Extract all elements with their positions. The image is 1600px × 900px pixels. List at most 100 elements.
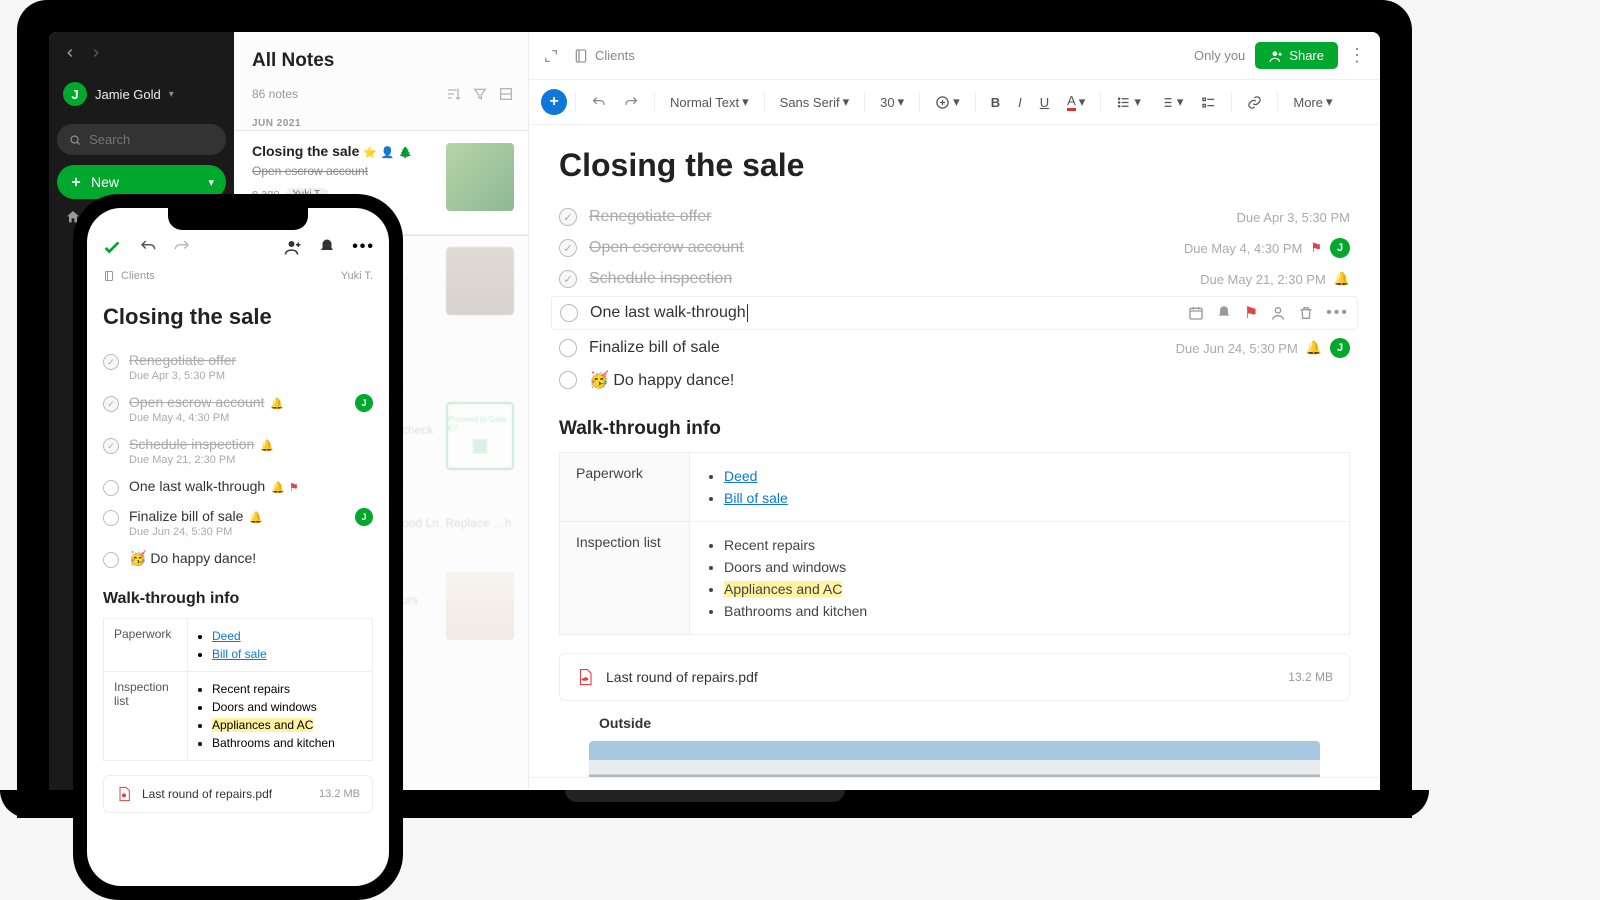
more-toolbar-button[interactable]: More ▾ bbox=[1286, 89, 1339, 115]
bullet-list-button[interactable]: ▾ bbox=[1109, 89, 1148, 115]
document-link[interactable]: Deed bbox=[724, 468, 757, 484]
plus-icon bbox=[69, 175, 83, 189]
checkbox-icon[interactable] bbox=[103, 510, 119, 526]
nav-back-icon[interactable] bbox=[63, 46, 77, 60]
assign-icon[interactable] bbox=[1270, 305, 1286, 321]
redo-button[interactable] bbox=[617, 90, 646, 115]
list-item: Bathrooms and kitchen bbox=[724, 600, 1333, 622]
checkbox-icon[interactable] bbox=[103, 438, 119, 454]
document-body[interactable]: Closing the sale Renegotiate offerDue Ap… bbox=[529, 125, 1380, 777]
task-item[interactable]: Schedule inspectionDue May 21, 2:30 PM🔔 bbox=[559, 264, 1350, 294]
checkbox-icon[interactable] bbox=[103, 480, 119, 496]
task-item[interactable]: Renegotiate offerDue Apr 3, 5:30 PM bbox=[103, 346, 373, 388]
task-item[interactable]: Finalize bill of sale Due Jun 24, 5:30 PM… bbox=[559, 332, 1350, 364]
task-due: Due May 4, 4:30 PM bbox=[1184, 241, 1303, 256]
notebook-breadcrumb[interactable]: Clients bbox=[103, 270, 155, 282]
checkbox-icon[interactable] bbox=[103, 552, 119, 568]
expand-icon[interactable] bbox=[543, 48, 559, 64]
avatar: J bbox=[355, 508, 373, 526]
task-item[interactable]: Open escrow account🔔Due May 4, 4:30 PMJ bbox=[103, 388, 373, 430]
search-input[interactable] bbox=[57, 124, 226, 155]
task-item[interactable]: 🥳 Do happy dance! bbox=[559, 364, 1350, 396]
font-size-select[interactable]: 30 ▾ bbox=[873, 89, 911, 115]
attachment-card[interactable]: Last round of repairs.pdf 13.2 MB bbox=[103, 775, 373, 813]
link-button[interactable] bbox=[1240, 90, 1269, 115]
info-table: Paperwork Deed Bill of sale Inspection l… bbox=[103, 618, 373, 761]
document-link[interactable]: Deed bbox=[212, 629, 241, 643]
filter-icon[interactable] bbox=[472, 86, 488, 102]
search-field[interactable] bbox=[89, 132, 214, 147]
task-item[interactable]: One last walk-through🔔⚑ bbox=[103, 472, 373, 502]
done-button[interactable] bbox=[101, 236, 123, 258]
undo-button[interactable] bbox=[139, 238, 157, 256]
checkbox-icon[interactable] bbox=[560, 304, 578, 322]
attachment-size: 13.2 MB bbox=[319, 788, 360, 800]
reminder-icon[interactable] bbox=[318, 238, 336, 256]
italic-button[interactable]: I bbox=[1011, 90, 1029, 115]
more-icon[interactable]: ••• bbox=[1326, 304, 1349, 322]
bell-icon: 🔔 bbox=[260, 439, 274, 452]
calendar-icon[interactable] bbox=[1188, 305, 1204, 321]
note-title[interactable]: Closing the sale bbox=[103, 304, 373, 330]
paragraph-style-select[interactable]: Normal Text ▾ bbox=[663, 89, 756, 115]
account-switcher[interactable]: J Jamie Gold ▾ bbox=[57, 76, 226, 120]
task-item[interactable]: Renegotiate offerDue Apr 3, 5:30 PM bbox=[559, 202, 1350, 232]
bell-icon[interactable] bbox=[1216, 305, 1232, 321]
search-icon bbox=[69, 133, 81, 147]
new-dropdown-icon[interactable]: ▾ bbox=[208, 176, 214, 189]
avatar: J bbox=[1330, 338, 1350, 358]
table-cell: Recent repairs Doors and windows Applian… bbox=[188, 672, 373, 761]
assignee-label: Yuki T. bbox=[341, 270, 373, 282]
task-label: Schedule inspection bbox=[129, 436, 254, 452]
share-button[interactable]: Share bbox=[1255, 42, 1338, 69]
flag-icon: ⚑ bbox=[1310, 240, 1322, 256]
share-icon[interactable] bbox=[284, 238, 302, 256]
bold-button[interactable]: B bbox=[984, 90, 1007, 115]
mobile-document-body[interactable]: Closing the sale Renegotiate offerDue Ap… bbox=[87, 286, 389, 886]
attachment-size: 13.2 MB bbox=[1288, 670, 1333, 684]
task-label: Finalize bill of sale bbox=[129, 508, 243, 524]
notelist-section-header: JUN 2021 bbox=[234, 106, 528, 131]
view-icon[interactable] bbox=[498, 86, 514, 102]
note-title[interactable]: Closing the sale bbox=[559, 147, 1350, 184]
flag-icon: ⚑ bbox=[289, 481, 299, 494]
task-item-editing[interactable]: One last walk-through ⚑ ••• bbox=[551, 296, 1358, 330]
attachment-card[interactable]: Last round of repairs.pdf 13.2 MB bbox=[559, 653, 1350, 701]
text-color-button[interactable]: A▾ bbox=[1060, 88, 1092, 116]
task-item[interactable]: Finalize bill of sale🔔Due Jun 24, 5:30 P… bbox=[103, 502, 373, 544]
flag-icon[interactable]: ⚑ bbox=[1244, 303, 1258, 323]
note-thumbnail bbox=[446, 572, 514, 640]
task-label[interactable]: One last walk-through bbox=[590, 304, 748, 322]
more-menu-icon[interactable]: ⋮ bbox=[1348, 45, 1366, 66]
document-link[interactable]: Bill of sale bbox=[724, 490, 788, 506]
bell-icon: 🔔 bbox=[249, 511, 263, 524]
more-icon[interactable]: ••• bbox=[352, 238, 375, 256]
table-cell: Deed Bill of sale bbox=[188, 619, 373, 672]
checkbox-icon[interactable] bbox=[559, 208, 577, 226]
checkbox-icon[interactable] bbox=[559, 239, 577, 257]
underline-button[interactable]: U bbox=[1033, 90, 1056, 115]
undo-button[interactable] bbox=[584, 90, 613, 115]
task-label: Finalize bill of sale bbox=[589, 339, 720, 357]
numbered-list-button[interactable]: ▾ bbox=[1152, 89, 1191, 115]
sort-icon[interactable] bbox=[446, 86, 462, 102]
redo-button[interactable] bbox=[173, 238, 191, 256]
checkbox-icon[interactable] bbox=[103, 396, 119, 412]
task-item[interactable]: Open escrow accountDue May 4, 4:30 PM⚑J bbox=[559, 232, 1350, 264]
attachment-name: Last round of repairs.pdf bbox=[606, 669, 1276, 685]
font-select[interactable]: Sans Serif ▾ bbox=[773, 89, 857, 115]
checklist-button[interactable] bbox=[1194, 90, 1223, 115]
trash-icon[interactable] bbox=[1298, 305, 1314, 321]
task-due: Due Jun 24, 5:30 PM bbox=[1176, 341, 1298, 356]
task-due: Due May 21, 2:30 PM bbox=[129, 454, 373, 466]
document-link[interactable]: Bill of sale bbox=[212, 647, 267, 661]
notebook-breadcrumb[interactable]: Clients bbox=[573, 48, 635, 64]
checkbox-icon[interactable] bbox=[559, 270, 577, 288]
checkbox-icon[interactable] bbox=[103, 354, 119, 370]
more-formatting-button[interactable]: ▾ bbox=[928, 89, 967, 115]
insert-button[interactable]: + bbox=[541, 89, 567, 115]
task-item[interactable]: Schedule inspection 🔔 Due May 21, 2:30 PM bbox=[103, 430, 373, 472]
checkbox-icon[interactable] bbox=[559, 371, 577, 389]
checkbox-icon[interactable] bbox=[559, 339, 577, 357]
task-item[interactable]: 🥳 Do happy dance! bbox=[103, 544, 373, 574]
